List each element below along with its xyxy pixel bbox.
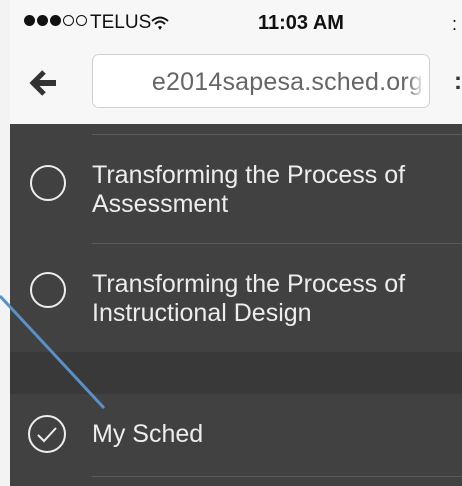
circle-icon [30, 165, 66, 201]
menu-section-separator [10, 352, 462, 394]
browser-nav-bar: e2014sapesa.sched.org : [10, 44, 462, 125]
address-bar-url: e2014sapesa.sched.org [151, 68, 423, 96]
checkmark-circle-icon [28, 415, 66, 453]
nav-overflow-icon[interactable]: : [454, 68, 462, 96]
menu-item-instructional-design[interactable]: Transforming the Process of Instructiona… [10, 244, 462, 352]
status-bar: TELUS 11:03 AM : [10, 0, 462, 44]
address-bar[interactable]: e2014sapesa.sched.org [92, 54, 430, 108]
signal-strength-icon [24, 15, 87, 26]
menu-item-my-sched[interactable]: My Sched [10, 394, 462, 476]
menu-item-label: Transforming the Process of Instructiona… [92, 270, 406, 327]
status-overflow-icon: : [452, 14, 458, 34]
menu-item-label: Transforming the Process of Assessment [92, 161, 406, 218]
circle-icon [30, 272, 66, 308]
side-menu: Transforming the Process of Assessment T… [10, 124, 462, 486]
carrier-name: TELUS [90, 12, 152, 33]
status-time: 11:03 AM [258, 12, 344, 34]
menu-divider [92, 476, 462, 477]
menu-item-assessment[interactable]: Transforming the Process of Assessment [10, 135, 462, 243]
menu-item-label: My Sched [92, 420, 204, 448]
wifi-icon [151, 16, 169, 30]
back-arrow-icon[interactable] [28, 68, 58, 98]
phone-screen: TELUS 11:03 AM : e2014sapesa.sched.org :… [10, 0, 462, 486]
